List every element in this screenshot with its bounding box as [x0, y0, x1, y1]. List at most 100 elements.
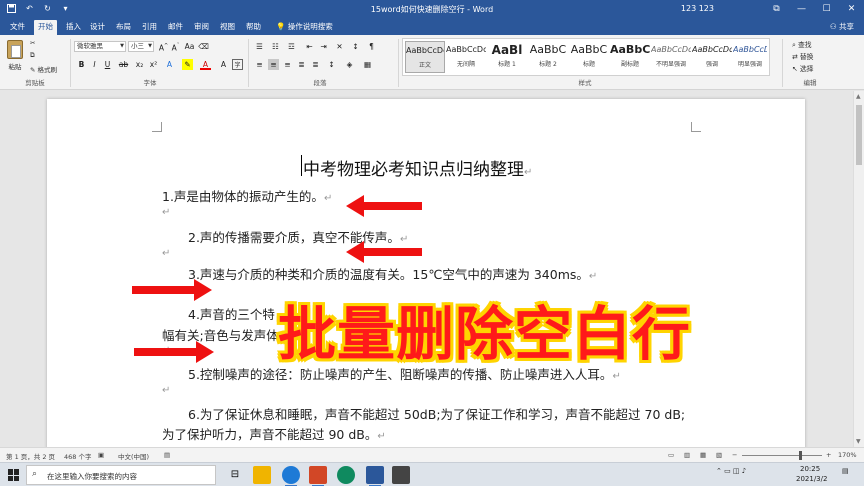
increase-indent-icon[interactable]: ⇥ — [318, 41, 329, 52]
character-shading-icon[interactable]: A — [218, 59, 229, 70]
change-case-icon[interactable]: Aa — [184, 41, 195, 52]
scroll-down-icon[interactable]: ▼ — [856, 438, 861, 445]
subscript-button[interactable]: x₂ — [134, 59, 145, 70]
italic-button[interactable]: I — [89, 59, 100, 70]
style-title[interactable]: AaBbC 标题 — [569, 41, 609, 73]
edge-icon[interactable] — [337, 466, 355, 484]
document-page[interactable]: 中考物理必考知识点归纳整理↵ 1.声是由物体的振动产生的。↵ ↵ 2.声的传播需… — [47, 99, 805, 447]
focus-mode-icon[interactable]: ▭ — [668, 451, 674, 459]
show-marks-icon[interactable]: ¶ — [366, 41, 377, 52]
tab-review[interactable]: 审阅 — [190, 20, 213, 35]
style-heading-2[interactable]: AaBbC 标题 2 — [528, 41, 568, 73]
bold-button[interactable]: B — [76, 59, 87, 70]
paragraph-1[interactable]: 1.声是由物体的振动产生的。↵ — [162, 186, 332, 205]
tab-help[interactable]: 帮助 — [242, 20, 265, 35]
underline-button[interactable]: U — [102, 59, 113, 70]
align-left-icon[interactable]: ≡ — [254, 59, 265, 70]
ribbon-display-icon[interactable]: ⧉ — [764, 0, 789, 18]
format-painter-button[interactable]: ✎ 格式刷 — [30, 64, 57, 74]
print-layout-icon[interactable]: ▦ — [700, 451, 706, 459]
tab-references[interactable]: 引用 — [138, 20, 161, 35]
zoom-slider-track[interactable] — [742, 455, 822, 456]
paragraph-6[interactable]: 6.为了保证休息和睡眠，声音不能超过 50dB;为了保证工作和学习，声音不能超过… — [188, 404, 685, 423]
maximize-button[interactable]: ☐ — [814, 0, 839, 18]
superscript-button[interactable]: x² — [148, 59, 159, 70]
style-normal[interactable]: AaBbCcDc 正文 — [405, 41, 445, 73]
style-subtle-emphasis[interactable]: AaBbCcDc 不明显强调 — [651, 41, 691, 73]
zoom-level[interactable]: 170% — [838, 451, 857, 459]
tell-me-search[interactable]: 💡 操作说明搜索 — [272, 20, 337, 35]
style-heading-1[interactable]: AaBl 标题 1 — [487, 41, 527, 73]
paste-button[interactable]: 粘贴 — [5, 38, 25, 74]
shading-icon[interactable]: ◈ — [344, 59, 355, 70]
select-button[interactable]: ↖ 选择 — [792, 63, 813, 73]
find-button[interactable]: ⌕ 查找 — [792, 39, 812, 50]
clock-time[interactable]: 20:25 — [800, 465, 820, 473]
language-indicator[interactable]: 中文(中国) — [118, 451, 149, 461]
style-no-spacing[interactable]: AaBbCcDc 无间隔 — [446, 41, 486, 73]
justify-icon[interactable]: ≣ — [296, 59, 307, 70]
text-effects-icon[interactable]: A — [164, 59, 175, 70]
proofing-icon[interactable]: ▣ — [98, 451, 104, 459]
tab-layout[interactable]: 布局 — [112, 20, 135, 35]
taskbar-search-input[interactable]: ⌕ 在这里输入你要搜索的内容 — [26, 465, 216, 485]
share-button[interactable]: ⚇ 共享 — [830, 21, 854, 32]
zoom-out-icon[interactable]: − — [732, 451, 737, 459]
word-count[interactable]: 468 个字 — [64, 451, 91, 461]
tab-file[interactable]: 文件 — [6, 20, 29, 35]
clock-date[interactable]: 2021/3/2 — [796, 475, 827, 483]
tab-home[interactable]: 开始 — [34, 20, 57, 35]
highlight-icon[interactable]: ✎ — [182, 59, 193, 70]
decrease-indent-icon[interactable]: ⇤ — [304, 41, 315, 52]
shrink-font-icon[interactable]: Aˇ — [170, 41, 181, 53]
numbering-icon[interactable]: ☷ — [270, 41, 281, 52]
scrollbar-thumb[interactable] — [856, 105, 862, 165]
chinese-layout-icon[interactable]: ✕ — [334, 41, 345, 52]
browser-icon[interactable] — [282, 466, 300, 486]
strikethrough-button[interactable]: ab — [118, 59, 129, 70]
empty-paragraph[interactable]: ↵ — [162, 385, 170, 396]
clear-format-icon[interactable]: ⌫ — [198, 41, 209, 52]
zoom-slider-thumb[interactable] — [799, 451, 802, 460]
tab-mailings[interactable]: 邮件 — [164, 20, 187, 35]
file-explorer-icon[interactable] — [253, 466, 271, 484]
cut-button[interactable]: ✂ — [30, 39, 35, 47]
read-mode-icon[interactable]: ▥ — [684, 451, 690, 459]
page-count[interactable]: 第 1 页，共 2 页 — [6, 451, 55, 461]
empty-paragraph[interactable]: ↵ — [162, 207, 170, 218]
powerpoint-icon[interactable] — [309, 466, 327, 486]
scroll-up-icon[interactable]: ▲ — [856, 93, 861, 100]
accessibility-icon[interactable]: ▤ — [164, 451, 170, 459]
user-name[interactable]: 123 123 — [681, 4, 714, 13]
align-right-icon[interactable]: ≡ — [282, 59, 293, 70]
close-button[interactable]: ✕ — [839, 0, 864, 18]
align-center-icon[interactable]: ≡ — [268, 59, 279, 70]
font-size-select[interactable]: 小三 ▼ — [128, 41, 154, 52]
tab-insert[interactable]: 插入 — [62, 20, 85, 35]
web-layout-icon[interactable]: ▧ — [716, 451, 722, 459]
tab-design[interactable]: 设计 — [86, 20, 109, 35]
paragraph-6-continued[interactable]: 为了保护听力，声音不能超过 90 dB。↵ — [162, 424, 386, 443]
empty-paragraph[interactable]: ↵ — [162, 248, 170, 259]
paragraph-3[interactable]: 3.声速与介质的种类和介质的温度有关。15℃空气中的声速为 340ms。↵ — [188, 264, 597, 283]
enclose-character-icon[interactable]: 字 — [232, 59, 243, 70]
video-app-icon[interactable] — [392, 466, 410, 484]
bullets-icon[interactable]: ☰ — [254, 41, 265, 52]
line-spacing-icon[interactable]: ↕ — [326, 59, 337, 70]
notification-icon[interactable]: ▤ — [842, 467, 849, 475]
minimize-button[interactable]: — — [789, 0, 814, 18]
font-name-select[interactable]: 微软雅黑 ▼ — [74, 41, 126, 52]
document-heading[interactable]: 中考物理必考知识点归纳整理↵ — [303, 155, 532, 180]
font-color-icon[interactable]: A — [200, 59, 211, 70]
distributed-icon[interactable]: ≣ — [310, 59, 321, 70]
copy-button[interactable]: ⧉ — [30, 51, 35, 60]
borders-icon[interactable]: ▦ — [362, 59, 373, 70]
tab-view[interactable]: 视图 — [216, 20, 239, 35]
style-subtitle[interactable]: AaBbC 副标题 — [610, 41, 650, 73]
replace-button[interactable]: ⇄ 替换 — [792, 51, 813, 61]
grow-font-icon[interactable]: A^ — [158, 41, 169, 53]
task-view-icon[interactable]: ⊟ — [226, 466, 244, 484]
vertical-scrollbar[interactable]: ▲ ▼ — [853, 91, 864, 447]
sort-icon[interactable]: ↕ — [350, 41, 361, 52]
zoom-in-icon[interactable]: + — [826, 451, 831, 459]
